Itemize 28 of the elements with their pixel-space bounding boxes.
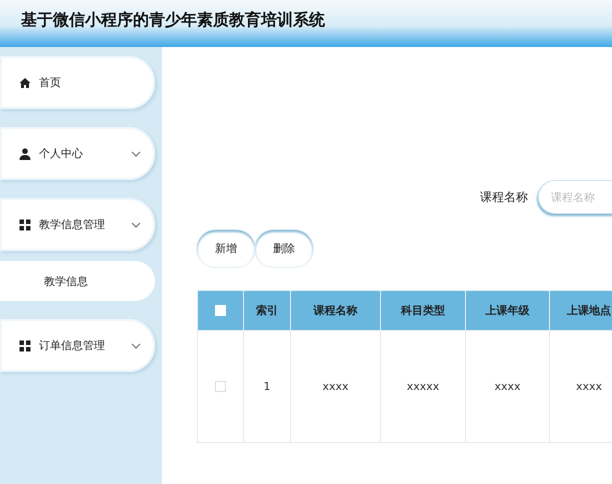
chevron-icon xyxy=(131,222,141,228)
sidebar-item[interactable]: 教学信息管理 xyxy=(0,198,155,251)
table-cell: xxxx xyxy=(494,380,521,393)
column-header: 上课年级 xyxy=(486,304,530,317)
grid-icon xyxy=(19,340,31,352)
sidebar-item[interactable]: 订单信息管理 xyxy=(0,319,155,372)
table-cell: 1 xyxy=(264,380,270,393)
action-button[interactable]: 新增 xyxy=(197,230,255,267)
column-header: 上课地点 xyxy=(567,304,611,317)
app-title: 基于微信小程序的青少年素质教育培训系统 xyxy=(20,9,325,31)
column-header: 科目类型 xyxy=(401,304,445,317)
sidebar-item[interactable]: 首页 xyxy=(0,56,155,109)
checkbox[interactable] xyxy=(215,381,226,392)
chevron-icon xyxy=(131,342,141,348)
table-cell: xxxxx xyxy=(406,380,440,393)
grid-icon xyxy=(19,218,31,230)
column-header: 课程名称 xyxy=(314,304,358,317)
search-field[interactable]: 课程名称 xyxy=(538,180,612,214)
home-icon xyxy=(19,76,31,88)
sidebar-subitem[interactable]: 教学信息 xyxy=(0,261,155,301)
table-cell: xxxx xyxy=(576,380,602,393)
action-button[interactable]: 删除 xyxy=(255,230,313,267)
sidebar-item[interactable]: 个人中心 xyxy=(0,127,155,180)
user-icon xyxy=(19,148,31,160)
column-header: 索引 xyxy=(256,304,278,317)
chevron-icon xyxy=(131,150,141,156)
search-label: 课程名称 xyxy=(480,188,528,206)
table-cell: xxxx xyxy=(322,380,349,393)
